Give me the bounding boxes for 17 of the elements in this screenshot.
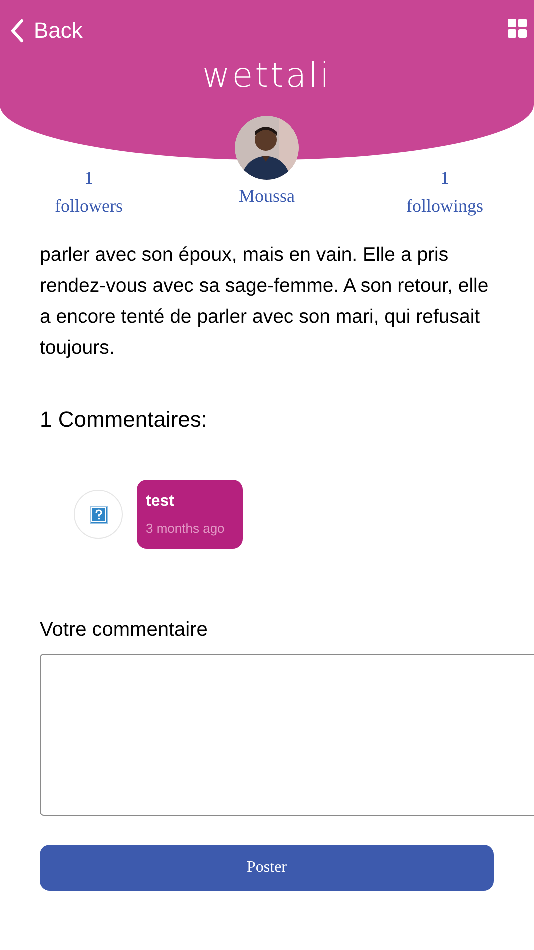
followings-count: 1 (440, 167, 450, 190)
broken-image-icon (90, 506, 108, 524)
comments-heading: 1 Commentaires: (40, 406, 209, 434)
grid-icon[interactable] (508, 19, 527, 38)
comment-label: Votre commentaire (40, 618, 209, 643)
followings-label[interactable]: followings (375, 192, 515, 220)
followers-count: 1 (84, 167, 94, 190)
comment-input-field[interactable] (40, 654, 534, 816)
submit-button[interactable]: Poster (40, 845, 494, 891)
back-button[interactable]: Back (10, 14, 83, 47)
app-logo: wettali (201, 55, 333, 98)
followers-label[interactable]: followers (19, 192, 159, 220)
comment-time: 3 months ago (146, 521, 226, 537)
profile-name: Moussa (238, 185, 296, 208)
comment-text: test (146, 492, 176, 512)
chevron-left-icon (10, 18, 24, 42)
article-text: parler avec son époux, mais en vain. Elle a pris rendez-vous avec sa sage-femme. A son retour, elle a encore tenté de parler avec son mari, qui refusait toujours. (40, 243, 490, 361)
